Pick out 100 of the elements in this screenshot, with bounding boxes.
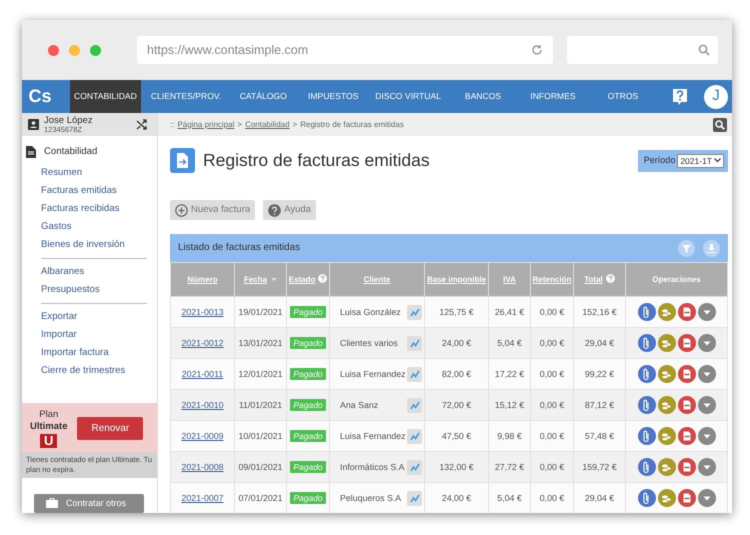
coins-button[interactable] <box>658 458 676 476</box>
search-field[interactable] <box>567 36 718 64</box>
chart-button[interactable] <box>407 304 422 320</box>
more-button[interactable] <box>698 334 716 352</box>
sidebar-link[interactable]: Importar factura <box>22 344 157 362</box>
amount-text: 0,00 € <box>540 492 564 503</box>
nav-tab[interactable]: OTROS <box>591 80 655 113</box>
sort-caret-icon <box>271 278 278 282</box>
breadcrumb-separator: > <box>237 118 242 130</box>
amount-text: 0,00 € <box>540 306 564 317</box>
coins-button[interactable] <box>658 489 676 508</box>
more-button[interactable] <box>698 489 716 508</box>
client-name: Informáticos S.A <box>340 460 405 474</box>
nav-tab[interactable]: IMPUESTOS <box>301 80 366 113</box>
sidebar-link[interactable]: Exportar <box>22 308 157 326</box>
nav-tab[interactable]: DISCO VIRTUAL <box>371 80 445 113</box>
sidebar-link[interactable]: Gastos <box>22 218 157 236</box>
more-button[interactable] <box>698 396 716 414</box>
pdf-button[interactable] <box>678 458 696 476</box>
sidebar-link[interactable]: Presupuestos <box>22 281 157 300</box>
paperclip-button[interactable] <box>638 396 656 414</box>
nav-tab[interactable]: CLIENTES/PROV. <box>146 80 226 113</box>
coins-button[interactable] <box>658 396 676 414</box>
nav-tab[interactable]: INFORMES <box>521 80 585 113</box>
paperclip-button[interactable] <box>638 458 656 476</box>
chart-button[interactable] <box>407 336 422 351</box>
filter-button[interactable] <box>678 240 695 257</box>
address-bar[interactable]: https://www.contasimple.com <box>137 36 553 64</box>
sidebar-link[interactable]: Cierre de trimestres <box>22 362 157 380</box>
amount-text: 9,98 € <box>497 430 522 441</box>
help-button[interactable]: Ayuda <box>263 200 316 220</box>
coins-button[interactable] <box>658 303 676 322</box>
plan-name: Ultimate <box>30 420 68 432</box>
sidebar-link[interactable]: Bienes de inversión <box>22 236 157 254</box>
more-button[interactable] <box>698 303 716 322</box>
chart-button[interactable] <box>407 428 422 444</box>
period-select[interactable]: 2021-1T <box>677 154 724 168</box>
status-badge: Pagado <box>290 492 326 504</box>
amount-text: 29,04 € <box>584 492 614 503</box>
download-icon <box>707 244 716 253</box>
pdf-button[interactable] <box>678 427 696 446</box>
amount-text: 125,75 € <box>439 306 474 317</box>
nav-tab[interactable]: BANCOS <box>451 80 515 113</box>
client-name: Luisa Fernandez <box>340 368 406 381</box>
search-icon[interactable] <box>713 118 727 132</box>
chart-button[interactable] <box>407 366 422 382</box>
sidebar-link[interactable]: Resumen <box>22 164 157 182</box>
plan-label: Plan <box>39 408 58 420</box>
column-header: Operaciones <box>652 274 701 284</box>
section-title: Contabilidad <box>44 145 98 159</box>
client-name: Ana Sanz <box>340 398 378 412</box>
paperclip-button[interactable] <box>638 334 656 352</box>
logo[interactable]: Cs <box>22 80 58 113</box>
shuffle-icon[interactable] <box>136 119 147 130</box>
help-icon[interactable] <box>318 274 328 283</box>
chart-button[interactable] <box>407 460 422 475</box>
coins-button[interactable] <box>658 427 676 446</box>
amount-text: 159,72 € <box>582 462 617 472</box>
new-invoice-button[interactable]: Nueva factura <box>170 200 256 220</box>
amount-text: 0,00 € <box>540 338 564 348</box>
line-chart-icon <box>410 462 420 472</box>
pdf-button[interactable] <box>678 334 696 352</box>
sidebar-link[interactable]: Facturas emitidas <box>22 182 157 200</box>
coins-button[interactable] <box>658 334 676 352</box>
breadcrumb-separator: > <box>292 118 298 130</box>
pdf-button[interactable] <box>678 303 696 322</box>
paperclip-button[interactable] <box>638 303 656 322</box>
paperclip-button[interactable] <box>638 365 656 384</box>
url-text: https://www.contasimple.com <box>147 42 308 59</box>
help-icon[interactable] <box>606 274 615 283</box>
coins-button[interactable] <box>658 365 676 384</box>
line-chart-icon <box>410 400 420 410</box>
chart-button[interactable] <box>407 398 422 413</box>
close-button[interactable] <box>48 44 59 56</box>
breadcrumb-link[interactable]: Contabilidad <box>245 118 290 130</box>
chart-button[interactable] <box>407 490 422 506</box>
nav-tab[interactable]: CONTABILIDAD <box>70 80 141 113</box>
reload-icon[interactable] <box>531 44 543 56</box>
maximize-button[interactable] <box>90 44 101 56</box>
pdf-button[interactable] <box>678 396 696 414</box>
contract-button[interactable]: Contratar otros <box>34 494 144 513</box>
pdf-button[interactable] <box>678 365 696 384</box>
amount-text: 132,00 € <box>439 462 474 472</box>
breadcrumb-link[interactable]: Página principal <box>177 118 234 130</box>
pdf-button[interactable] <box>678 489 696 508</box>
more-button[interactable] <box>698 458 716 476</box>
avatar[interactable]: J <box>704 84 728 108</box>
sidebar-link[interactable]: Facturas recibidas <box>22 200 157 218</box>
paperclip-button[interactable] <box>638 427 656 446</box>
plan-badge: U <box>40 434 58 448</box>
sidebar-link[interactable]: Importar <box>22 326 157 344</box>
invoice-out-icon <box>170 148 195 173</box>
renew-button[interactable]: Renovar <box>77 416 144 440</box>
more-button[interactable] <box>698 427 716 446</box>
sidebar-link[interactable]: Albaranes <box>22 263 157 282</box>
nav-tab[interactable]: CATÁLOGO <box>231 80 296 113</box>
download-button[interactable] <box>703 240 720 257</box>
paperclip-button[interactable] <box>638 489 656 508</box>
more-button[interactable] <box>698 365 716 384</box>
help-icon[interactable] <box>672 88 688 106</box>
